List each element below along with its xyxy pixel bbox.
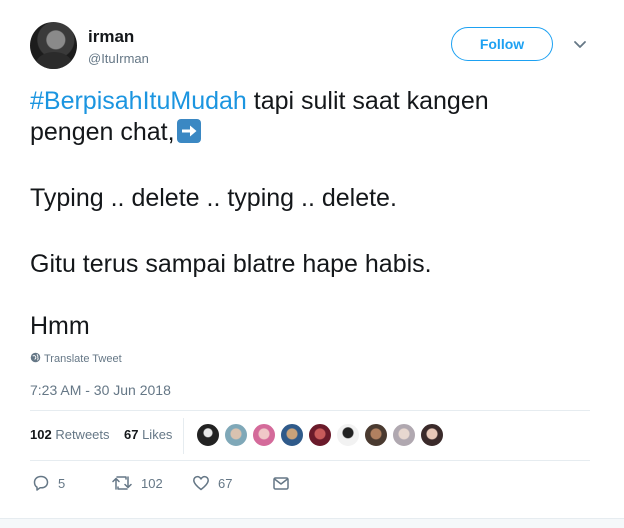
- avatar[interactable]: [30, 22, 77, 69]
- stats-separator: [183, 418, 184, 454]
- follow-button[interactable]: Follow: [451, 27, 553, 61]
- chevron-down-icon[interactable]: [572, 38, 588, 52]
- translate-label: Translate Tweet: [44, 353, 122, 365]
- likes-label: Likes: [142, 427, 173, 442]
- liker-avatar[interactable]: [196, 423, 220, 447]
- tweet-text-line-3: Typing .. delete .. typing .. delete.: [30, 184, 397, 212]
- likes-count: 67: [123, 427, 139, 442]
- tweet-card: irman @ItuIrman Follow #BerpisahItuMudah…: [0, 0, 624, 528]
- arrow-right-emoji-icon: [176, 119, 201, 143]
- liker-avatar[interactable]: [280, 423, 304, 447]
- tweet-timestamp[interactable]: 7:23 AM - 30 Jun 2018: [30, 382, 171, 398]
- divider: [30, 460, 590, 461]
- tweet-text-line-5: Hmm: [30, 312, 90, 340]
- like-button[interactable]: 67: [192, 474, 232, 492]
- reply-button[interactable]: 5: [32, 474, 65, 492]
- user-handle[interactable]: @ItuIrman: [88, 51, 149, 66]
- liker-avatar[interactable]: [420, 423, 444, 447]
- divider: [30, 410, 590, 411]
- translate-tweet-link[interactable]: Translate Tweet: [30, 352, 122, 365]
- reply-count: 5: [58, 475, 66, 491]
- liker-avatar[interactable]: [224, 423, 248, 447]
- tweet-text-line-2: pengen chat,: [30, 117, 201, 148]
- retweets-label: Retweets: [55, 427, 110, 442]
- liker-avatar[interactable]: [392, 423, 416, 447]
- liker-avatar[interactable]: [252, 423, 276, 447]
- tweet-stats: 102 Retweets 67 Likes: [30, 427, 172, 442]
- tweet-text-fragment: tapi sulit saat kangen: [246, 87, 489, 115]
- heart-icon: [193, 475, 209, 491]
- hashtag-link[interactable]: #BerpisahItuMudah: [30, 87, 247, 115]
- user-name[interactable]: irman: [88, 27, 134, 47]
- liker-avatar[interactable]: [308, 423, 332, 447]
- likes-stat[interactable]: 67 Likes: [124, 427, 172, 442]
- retweet-count: 102: [141, 475, 163, 491]
- liker-avatar[interactable]: [336, 423, 360, 447]
- like-count: 67: [218, 475, 233, 491]
- retweet-button[interactable]: 102: [111, 474, 163, 492]
- direct-message-button[interactable]: [272, 474, 298, 492]
- tweet-text-line-1: #BerpisahItuMudah tapi sulit saat kangen: [30, 86, 489, 117]
- reply-icon: [33, 475, 49, 491]
- retweet-icon: [112, 476, 132, 490]
- avatar-silhouette: [36, 52, 72, 69]
- envelope-icon: [273, 477, 289, 490]
- tweet-text-fragment: pengen chat,: [30, 118, 175, 146]
- globe-icon: [30, 352, 41, 363]
- tweet-text-line-4: Gitu terus sampai blatre hape habis.: [30, 250, 432, 278]
- liker-avatar[interactable]: [364, 423, 388, 447]
- retweets-stat[interactable]: 102 Retweets: [30, 427, 110, 442]
- retweets-count: 102: [30, 427, 52, 442]
